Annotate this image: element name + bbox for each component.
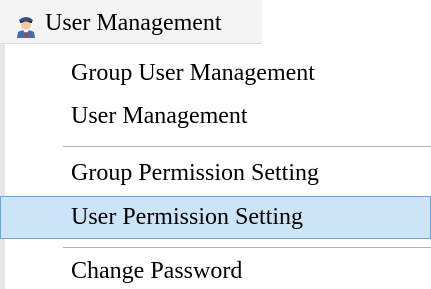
menu-item-user-permission-setting[interactable]: User Permission Setting (0, 196, 431, 239)
menu-item-group-permission-setting[interactable]: Group Permission Setting (0, 155, 431, 191)
menu-separator (63, 146, 431, 147)
menu-separator (63, 247, 431, 248)
menu-header-user-management[interactable]: User Management (0, 0, 262, 44)
menu-item-group-user-management[interactable]: Group User Management (0, 55, 431, 91)
user-icon (15, 14, 37, 38)
menu-item-label: Change Password (71, 258, 243, 284)
menu-item-label: Group User Management (71, 60, 315, 86)
menu-item-user-management[interactable]: User Management (0, 98, 431, 134)
menu-item-change-password[interactable]: Change Password (0, 254, 431, 289)
menu-item-label: User Permission Setting (71, 204, 303, 230)
menu-header-label: User Management (45, 10, 222, 36)
menu-item-label: Group Permission Setting (71, 160, 320, 186)
menu-item-label: User Management (71, 103, 248, 129)
